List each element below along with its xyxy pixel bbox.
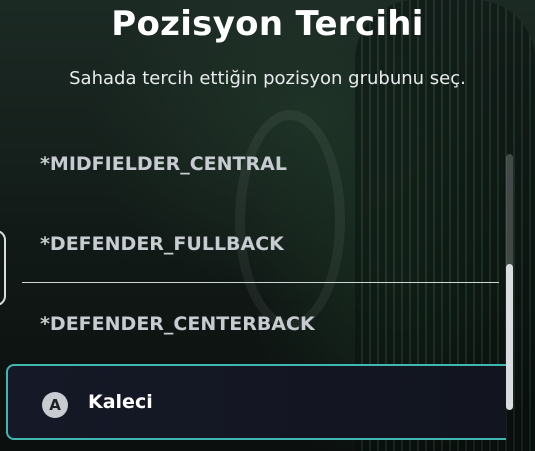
position-option-list: *MIDFIELDER_CENTRAL *DEFENDER_FULLBACK *…: [0, 122, 510, 451]
position-option-goalkeeper-selected[interactable]: A Kaleci: [6, 364, 506, 440]
selected-option-label: Kaleci: [88, 391, 153, 413]
scrollbar-thumb[interactable]: [506, 264, 513, 410]
position-option-midfielder-central[interactable]: *MIDFIELDER_CENTRAL: [22, 124, 499, 204]
scrollbar-track[interactable]: [506, 154, 513, 410]
a-button-icon: A: [42, 392, 68, 418]
page-subtitle: Sahada tercih ettiğin pozisyon grubunu s…: [69, 68, 466, 89]
position-option-defender-centerback[interactable]: *DEFENDER_CENTERBACK: [22, 284, 499, 364]
position-option-defender-fullback[interactable]: *DEFENDER_FULLBACK: [22, 204, 499, 284]
page-title: Pozisyon Tercihi: [111, 4, 424, 44]
list-divider: [22, 282, 499, 283]
